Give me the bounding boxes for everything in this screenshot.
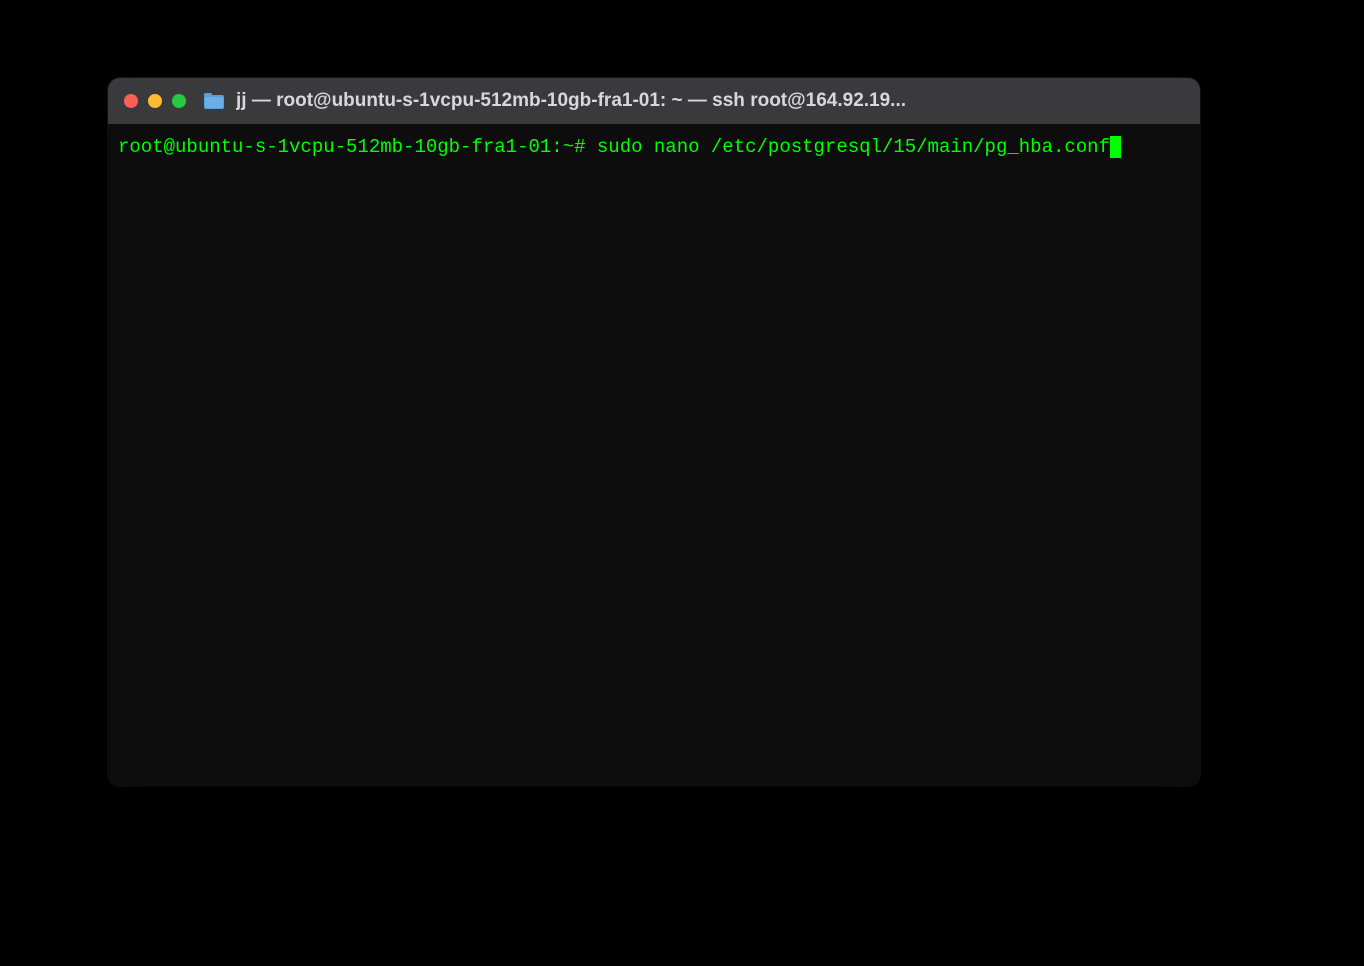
close-button[interactable] xyxy=(124,94,138,108)
title-bar: jj — root@ubuntu-s-1vcpu-512mb-10gb-fra1… xyxy=(108,78,1200,124)
window-title: jj — root@ubuntu-s-1vcpu-512mb-10gb-fra1… xyxy=(236,90,1184,112)
folder-icon xyxy=(204,93,224,109)
terminal-line: root@ubuntu-s-1vcpu-512mb-10gb-fra1-01:~… xyxy=(118,134,1190,161)
cursor xyxy=(1110,136,1121,158)
shell-command: sudo nano /etc/postgresql/15/main/pg_hba… xyxy=(597,136,1110,158)
maximize-button[interactable] xyxy=(172,94,186,108)
shell-prompt: root@ubuntu-s-1vcpu-512mb-10gb-fra1-01:~… xyxy=(118,136,585,158)
terminal-window: jj — root@ubuntu-s-1vcpu-512mb-10gb-fra1… xyxy=(108,78,1200,786)
terminal-body[interactable]: root@ubuntu-s-1vcpu-512mb-10gb-fra1-01:~… xyxy=(108,124,1200,786)
minimize-button[interactable] xyxy=(148,94,162,108)
traffic-lights xyxy=(124,94,186,108)
